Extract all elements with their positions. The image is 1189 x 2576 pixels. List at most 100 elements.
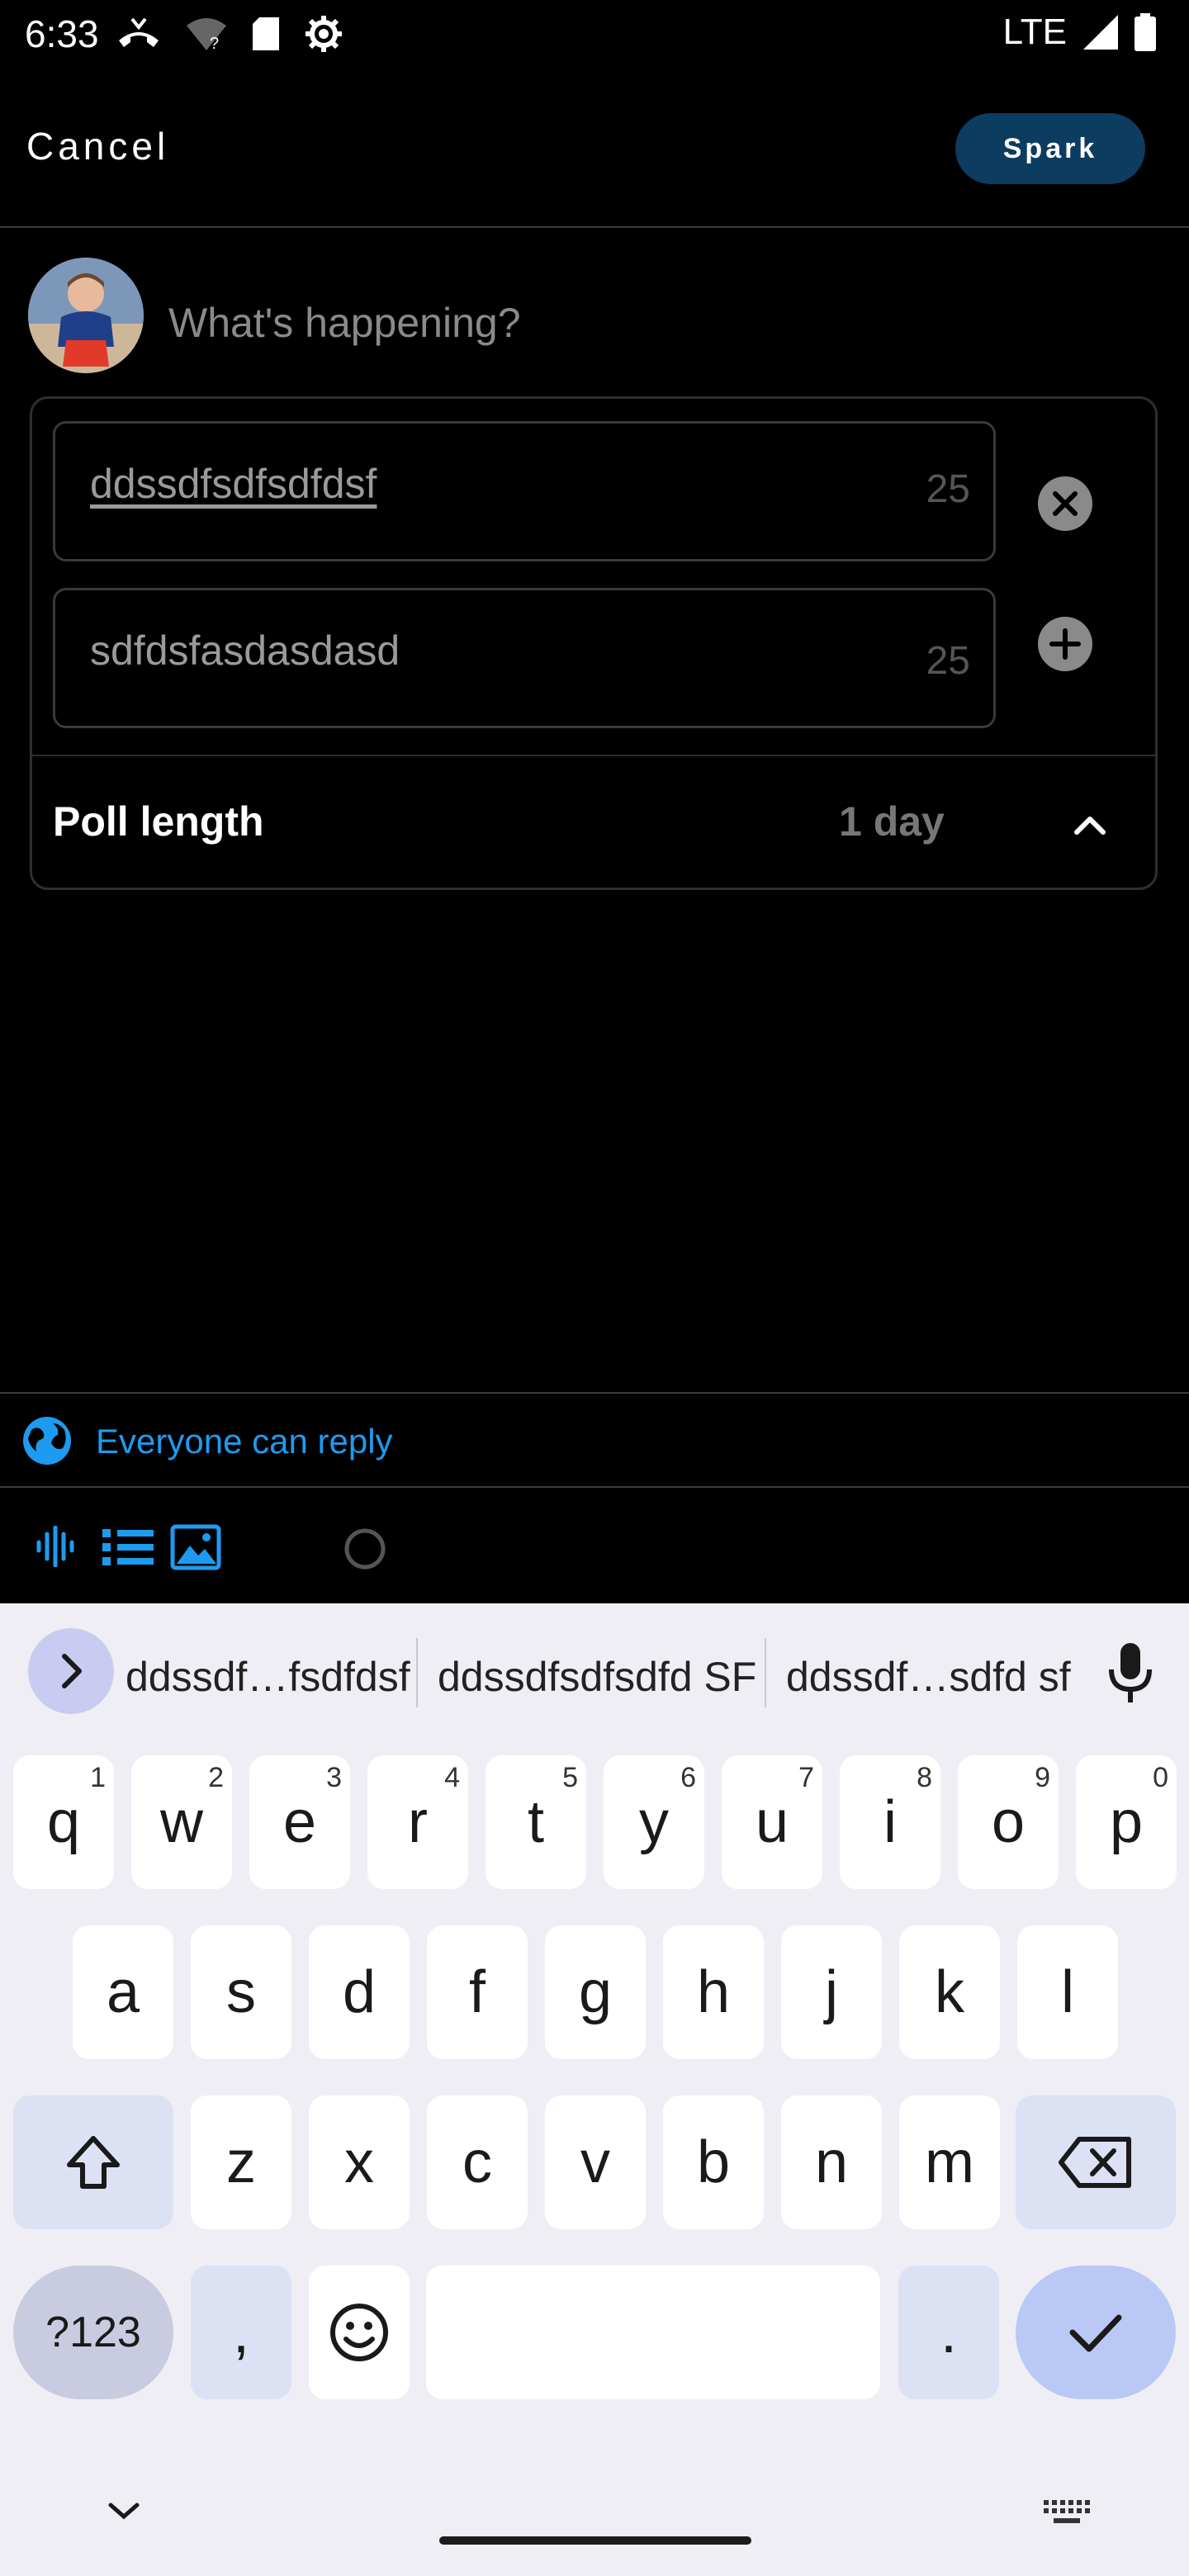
hide-keyboard-chevron-icon[interactable] [104,2498,144,2523]
chevron-up-icon[interactable] [1072,812,1108,837]
key-hint: 4 [444,1762,460,1793]
cancel-button[interactable]: Cancel [26,124,169,168]
enter-key[interactable] [1016,2266,1176,2399]
key-a[interactable]: a [73,1925,173,2059]
wifi-unknown-icon: ? [187,18,226,52]
globe-icon [23,1417,71,1465]
poll-choice-1-field[interactable]: ddssdfsdfsdfdsf 25 [53,421,996,561]
compose-input[interactable]: What's happening? [168,299,521,347]
poll-choice-2-text: sdfdsfasdasdasd [90,627,400,674]
symbols-key[interactable]: ?123 [13,2266,173,2399]
key-q[interactable]: q1 [13,1755,114,1889]
key-r[interactable]: r4 [367,1755,468,1889]
key-label: w [160,1789,203,1855]
key-g[interactable]: g [545,1925,646,2059]
key-hint: 9 [1035,1762,1050,1793]
key-i[interactable]: i8 [840,1755,940,1889]
key-d[interactable]: d [309,1925,410,2059]
audio-wave-icon[interactable] [35,1526,79,1567]
key-y[interactable]: y6 [604,1755,704,1889]
status-bar: 6:33 ? LTE [0,0,1189,69]
key-hint: 7 [798,1762,814,1793]
poll-choice-2-count: 25 [926,639,970,683]
keyboard: ddssdf…fsdfdsf ddssdfsdfsdfd SF ddssdf…s… [0,1603,1189,2576]
add-choice-icon[interactable] [1037,616,1093,672]
status-time: 6:33 [25,12,99,55]
home-indicator[interactable] [439,2536,751,2545]
key-b[interactable]: b [663,2095,764,2229]
key-u[interactable]: u7 [722,1755,822,1889]
settings-gear-icon [306,16,342,52]
key-v[interactable]: v [545,2095,646,2229]
key-hint: 1 [90,1762,106,1793]
key-x[interactable]: x [309,2095,410,2229]
backspace-key[interactable] [1016,2095,1176,2229]
status-icons-right: LTE [1003,12,1156,53]
status-icons-left: ? [116,13,343,54]
shift-icon [67,2136,120,2189]
key-s[interactable]: s [191,1925,291,2059]
key-l[interactable]: l [1017,1925,1118,2059]
period-key[interactable]: . [898,2266,999,2399]
space-key[interactable] [426,2266,880,2399]
circle-progress-icon [344,1528,386,1570]
cell-signal-icon [1083,15,1118,50]
key-label: q [46,1789,81,1855]
key-c[interactable]: c [427,2095,528,2229]
key-w[interactable]: w2 [131,1755,232,1889]
suggestion-2[interactable]: ddssdfsdfsdfd SF [438,1653,756,1701]
key-label: y [639,1789,669,1855]
remove-choice-icon[interactable] [1037,476,1093,532]
key-label: p [1109,1789,1144,1855]
header-divider [0,226,1189,228]
backspace-icon [1059,2137,1131,2188]
suggestion-3[interactable]: ddssdf…sdfd sf [786,1653,1071,1701]
key-n[interactable]: n [781,2095,882,2229]
key-label: u [755,1789,789,1855]
checkmark-icon [1069,2314,1122,2352]
key-e[interactable]: e3 [249,1755,350,1889]
list-icon[interactable] [102,1527,154,1567]
poll-choice-2-field[interactable]: sdfdsfasdasdasd 25 [53,588,996,728]
key-hint: 3 [326,1762,342,1793]
poll-length-value[interactable]: 1 day [839,798,945,845]
key-m[interactable]: m [899,2095,1000,2229]
missed-call-icon [119,17,159,47]
reply-bottom-divider [0,1486,1189,1488]
key-label: t [527,1789,544,1855]
sd-card-icon [253,17,279,50]
shift-key[interactable] [13,2095,173,2229]
key-p[interactable]: p0 [1076,1755,1177,1889]
key-label: r [408,1789,428,1855]
key-hint: 6 [680,1762,696,1793]
avatar[interactable] [28,258,144,373]
key-hint: 5 [562,1762,578,1793]
reply-settings[interactable]: Everyone can reply [96,1422,393,1461]
key-j[interactable]: j [781,1925,882,2059]
key-h[interactable]: h [663,1925,764,2059]
keyboard-expand-button[interactable] [28,1628,114,1714]
comma-key[interactable]: , [191,2266,291,2399]
battery-icon [1135,13,1156,51]
image-icon[interactable] [170,1524,221,1570]
suggestion-separator [765,1638,766,1707]
key-z[interactable]: z [191,2095,291,2229]
key-t[interactable]: t5 [486,1755,586,1889]
reply-top-divider [0,1392,1189,1394]
key-label: e [282,1789,317,1855]
key-label: i [883,1789,897,1855]
key-o[interactable]: o9 [958,1755,1059,1889]
poll-choice-1-count: 25 [926,467,970,511]
emoji-key[interactable] [309,2266,410,2399]
key-hint: 8 [917,1762,932,1793]
poll-length-label: Poll length [53,798,264,845]
spark-button[interactable]: Spark [955,113,1145,184]
network-type: LTE [1002,12,1067,52]
key-f[interactable]: f [427,1925,528,2059]
key-hint: 2 [208,1762,224,1793]
suggestion-1[interactable]: ddssdf…fsdfdsf [126,1653,410,1701]
microphone-icon[interactable] [1106,1641,1154,1704]
key-k[interactable]: k [899,1925,1000,2059]
svg-text:?: ? [210,35,219,52]
keyboard-switch-icon[interactable] [1042,2498,1092,2526]
